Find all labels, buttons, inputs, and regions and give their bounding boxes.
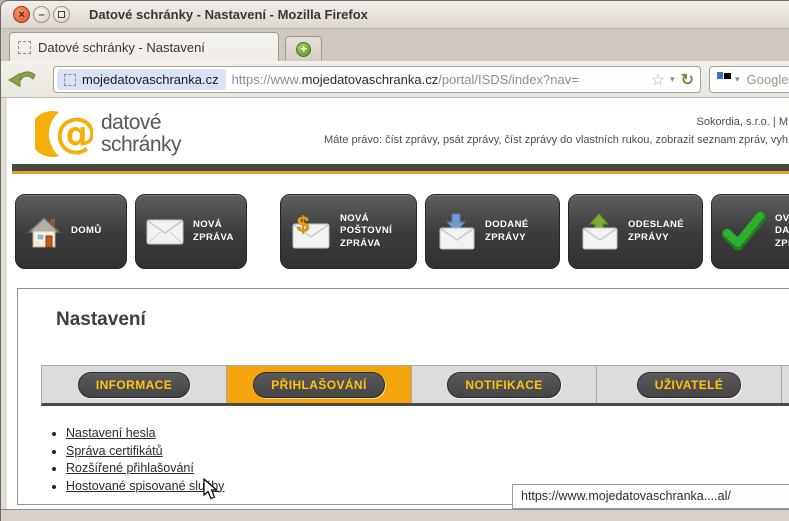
nav-button-label: OVĚŘENÍ DATOVÉ ZPRÁVY	[775, 213, 789, 250]
settings-tabs: INFORMACE PŘIHLAŠOVÁNÍ NOTIFIKACE UŽIVAT…	[41, 365, 789, 406]
navigation-toolbar: mojedatovaschranka.cz https://www.mojeda…	[1, 61, 789, 98]
tab-informace[interactable]: INFORMACE	[42, 366, 227, 403]
nav-button-nova-postovni-zprava[interactable]: $ NOVÁ POŠTOVNÍ ZPRÁVA	[280, 194, 417, 269]
envelope-upload-icon	[579, 213, 619, 251]
list-item: Hostované spisované služby	[66, 478, 224, 496]
maximize-button[interactable]	[53, 6, 70, 23]
svg-text:$: $	[297, 214, 309, 237]
account-info: Sokordia, s.r.o. | M	[696, 116, 788, 128]
header-divider	[12, 164, 789, 174]
link-nastaveni-hesla[interactable]: Nastavení hesla	[66, 426, 156, 440]
link-sprava-certifikatu[interactable]: Správa certifikátů	[66, 444, 163, 458]
browser-tab[interactable]: Datové schránky - Nastavení	[9, 32, 279, 61]
tab-label[interactable]: PŘIHLAŠOVÁNÍ	[253, 372, 384, 398]
url-scheme: https://www.	[232, 72, 302, 87]
rights-info: Máte právo: číst zprávy, psát zprávy, čí…	[324, 134, 788, 146]
url-bar[interactable]: mojedatovaschranka.cz https://www.mojeda…	[53, 66, 701, 93]
url-text[interactable]: https://www.mojedatovaschranka.cz/portal…	[232, 72, 649, 87]
site-logo[interactable]: @ datové schránky	[35, 110, 181, 158]
home-icon	[26, 214, 62, 250]
svg-text:@: @	[55, 110, 93, 157]
list-item: Nastavení hesla	[66, 425, 224, 443]
envelope-download-icon	[436, 213, 476, 251]
tab-label[interactable]: UŽIVATELÉ	[637, 372, 742, 398]
google-icon: g	[716, 72, 732, 88]
tab-notifikace[interactable]: NOTIFIKACE	[412, 366, 597, 403]
datove-schranky-logo-icon: @	[35, 110, 93, 158]
reload-icon[interactable]: ↻	[681, 70, 694, 90]
back-arrow-icon	[7, 67, 37, 91]
link-rozsirene-prihlasovani[interactable]: Rozšířené přihlašování	[66, 461, 194, 475]
nav-button-label: NOVÁ ZPRÁVA	[193, 219, 234, 244]
search-engine-dropdown-icon[interactable]: ▾	[735, 74, 740, 85]
site-favicon-placeholder-icon	[64, 74, 76, 86]
tab-label[interactable]: INFORMACE	[78, 372, 190, 398]
logo-line1: datové	[101, 112, 181, 134]
nav-button-label: DOMŮ	[71, 225, 102, 237]
nav-button-label: ODESLANÉ ZPRÁVY	[628, 219, 684, 244]
page-viewport: @ datové schránky Sokordia, s.r.o. | M M…	[7, 98, 789, 509]
site-identity-chip[interactable]: mojedatovaschranka.cz	[57, 69, 226, 90]
bookmark-star-icon[interactable]: ☆	[651, 70, 665, 90]
tab-title: Datové schránky - Nastavení	[38, 40, 205, 55]
close-button[interactable]: ×	[13, 6, 30, 23]
envelope-icon	[146, 218, 184, 246]
url-dropdown-icon[interactable]: ▾	[670, 74, 675, 85]
nav-button-nova-zprava[interactable]: NOVÁ ZPRÁVA	[135, 194, 247, 269]
tab-uzivatele[interactable]: UŽIVATELÉ	[597, 366, 782, 403]
mouse-cursor	[203, 478, 219, 500]
envelope-dollar-icon: $	[291, 214, 331, 250]
minimize-icon: –	[38, 9, 44, 21]
link-hostovane-spisovane-sluzby[interactable]: Hostované spisované služby	[66, 479, 224, 493]
page-title: Nastavení	[56, 309, 146, 331]
search-engine-label: Google	[747, 72, 789, 87]
nav-button-overeni[interactable]: OVĚŘENÍ DATOVÉ ZPRÁVY	[711, 194, 789, 269]
url-path: /portal/ISDS/index?nav=	[438, 72, 579, 87]
minimize-button[interactable]: –	[33, 6, 50, 23]
logo-line2: schránky	[101, 134, 181, 156]
list-item: Rozšířené přihlašování	[66, 460, 224, 478]
maximize-icon	[58, 11, 65, 18]
tab-prihlasovani[interactable]: PŘIHLAŠOVÁNÍ	[227, 366, 412, 403]
new-tab-button[interactable]: +	[285, 36, 322, 61]
nav-button-dodane-zpravy[interactable]: DODANÉ ZPRÁVY	[425, 194, 560, 269]
nav-button-odeslane-zpravy[interactable]: ODESLANÉ ZPRÁVY	[568, 194, 703, 269]
nav-button-domu[interactable]: DOMŮ	[15, 194, 127, 269]
site-identity-label: mojedatovaschranka.cz	[82, 72, 219, 87]
settings-link-list: Nastavení hesla Správa certifikátů Rozší…	[66, 425, 224, 495]
titlebar[interactable]: × – Datové schránky - Nastavení - Mozill…	[1, 1, 789, 29]
logo-wordmark: datové schránky	[101, 112, 181, 156]
window-title: Datové schránky - Nastavení - Mozilla Fi…	[89, 7, 368, 22]
tab-bar: Datové schránky - Nastavení +	[1, 29, 789, 61]
content-panel: Nastavení INFORMACE PŘIHLAŠOVÁNÍ NOTIFIK…	[17, 288, 789, 505]
search-bar[interactable]: g ▾ Google	[709, 66, 789, 93]
checkmark-icon	[722, 212, 766, 252]
window-bottom-edge	[1, 509, 789, 521]
nav-button-label: DODANÉ ZPRÁVY	[485, 219, 529, 244]
close-icon: ×	[18, 9, 24, 21]
nav-button-label: NOVÁ POŠTOVNÍ ZPRÁVA	[340, 213, 392, 250]
back-button[interactable]	[1, 67, 43, 91]
favicon-placeholder-icon	[18, 41, 31, 54]
status-tooltip: https://www.mojedatovaschranka....al/	[512, 484, 789, 509]
plus-glyph: +	[300, 43, 307, 55]
tab-label[interactable]: NOTIFIKACE	[447, 372, 560, 398]
firefox-window: × – Datové schránky - Nastavení - Mozill…	[0, 0, 789, 521]
list-item: Správa certifikátů	[66, 443, 224, 461]
tab-kontakty[interactable]: KONTAKTY	[782, 366, 789, 403]
plus-icon: +	[296, 42, 311, 57]
url-domain: mojedatovaschranka.cz	[302, 72, 439, 87]
